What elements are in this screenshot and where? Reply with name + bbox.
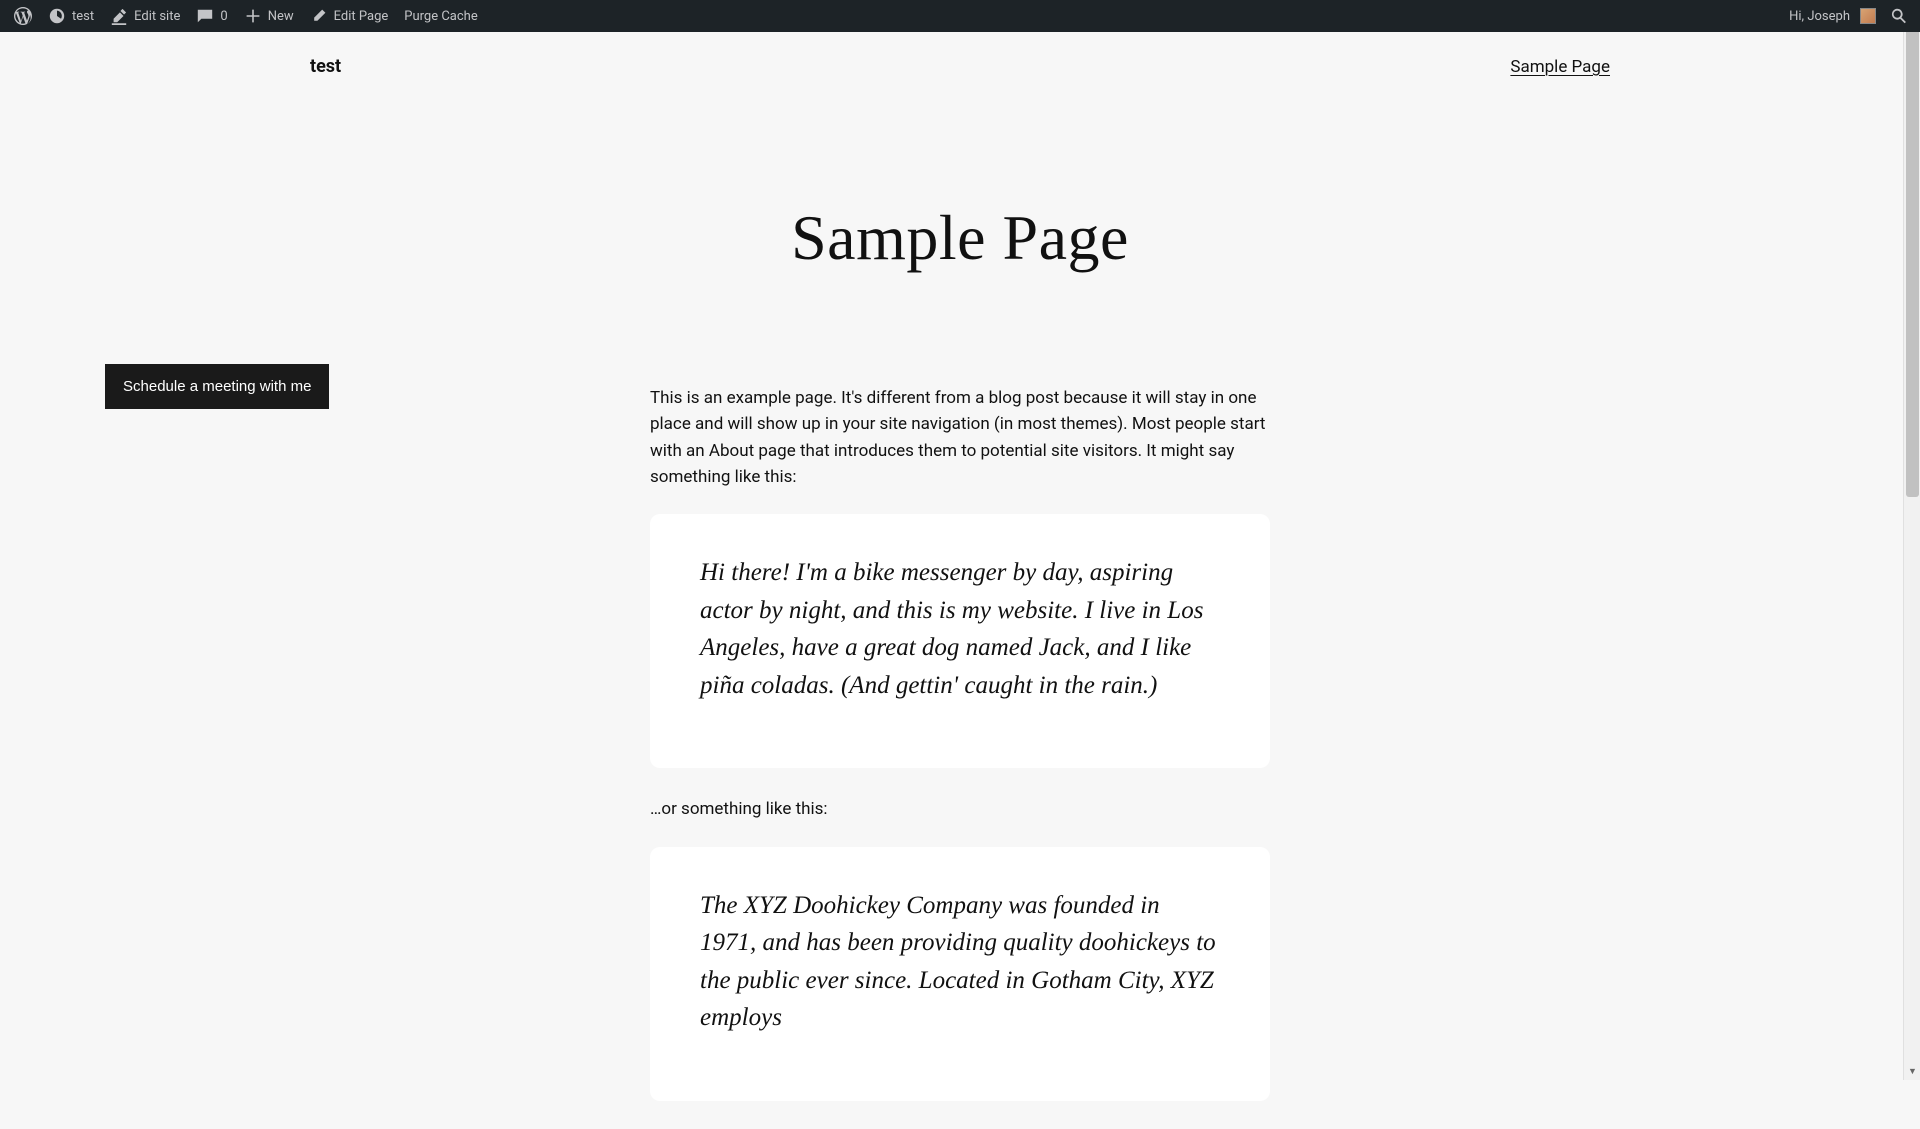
dashboard-icon bbox=[48, 7, 66, 25]
wp-admin-bar: test Edit site 0 New Edit Page bbox=[0, 0, 1920, 32]
greeting-label: Hi, Joseph bbox=[1789, 9, 1850, 24]
edit-site-label: Edit site bbox=[134, 9, 180, 24]
new-content-link[interactable]: New bbox=[236, 0, 302, 32]
page-body: test Sample Page Sample Page This is an … bbox=[0, 32, 1920, 1129]
comments-link[interactable]: 0 bbox=[188, 0, 235, 32]
blockquote-2-text: The XYZ Doohickey Company was founded in… bbox=[700, 887, 1220, 1037]
comments-count: 0 bbox=[220, 9, 227, 24]
new-label: New bbox=[268, 9, 294, 24]
scrollbar-thumb[interactable] bbox=[1906, 17, 1919, 497]
blockquote-1-text: Hi there! I'm a bike messenger by day, a… bbox=[700, 554, 1220, 704]
edit-page-link[interactable]: Edit Page bbox=[302, 0, 397, 32]
intro-paragraph: This is an example page. It's different … bbox=[650, 385, 1270, 490]
wp-logo-menu[interactable] bbox=[6, 0, 40, 32]
pencil-icon bbox=[310, 7, 328, 25]
mid-paragraph: …or something like this: bbox=[650, 796, 1270, 822]
search-toggle[interactable] bbox=[1884, 0, 1914, 32]
purge-cache-link[interactable]: Purge Cache bbox=[396, 0, 485, 32]
vertical-scrollbar[interactable]: ▲ ▼ bbox=[1903, 0, 1920, 1080]
avatar bbox=[1860, 8, 1876, 24]
blockquote-1: Hi there! I'm a bike messenger by day, a… bbox=[650, 514, 1270, 768]
user-account-menu[interactable]: Hi, Joseph bbox=[1781, 0, 1884, 32]
scrollbar-down-arrow[interactable]: ▼ bbox=[1904, 1063, 1920, 1080]
page-title: Sample Page bbox=[0, 201, 1920, 275]
admin-site-name: test bbox=[72, 9, 94, 24]
nav-sample-page[interactable]: Sample Page bbox=[1510, 57, 1610, 77]
plus-icon bbox=[244, 7, 262, 25]
comments-icon bbox=[196, 7, 214, 25]
page-content: This is an example page. It's different … bbox=[650, 385, 1270, 1101]
edit-site-icon bbox=[110, 7, 128, 25]
site-name-menu[interactable]: test bbox=[40, 0, 102, 32]
blockquote-2: The XYZ Doohickey Company was founded in… bbox=[650, 847, 1270, 1101]
search-icon bbox=[1890, 7, 1908, 25]
edit-page-label: Edit Page bbox=[334, 9, 389, 24]
site-title-link[interactable]: test bbox=[310, 56, 341, 77]
site-header: test Sample Page bbox=[0, 32, 1920, 101]
schedule-meeting-button[interactable]: Schedule a meeting with me bbox=[105, 364, 329, 409]
edit-site-link[interactable]: Edit site bbox=[102, 0, 188, 32]
wordpress-logo-icon bbox=[14, 7, 32, 25]
purge-cache-label: Purge Cache bbox=[404, 9, 477, 24]
